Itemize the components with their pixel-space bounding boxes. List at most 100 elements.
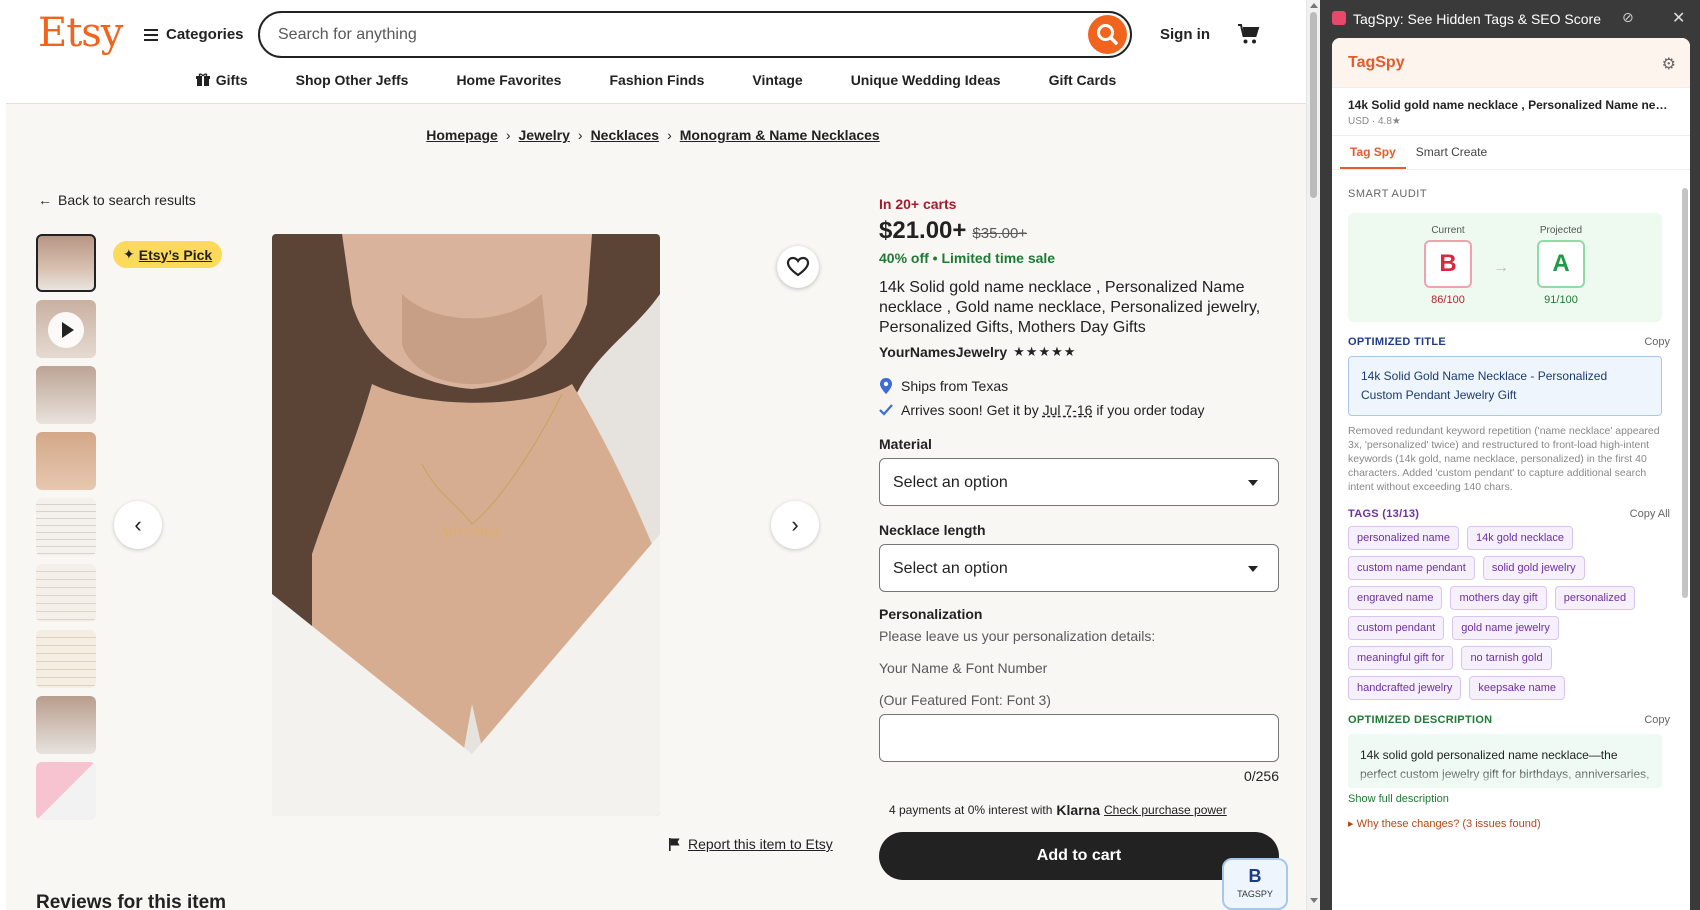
klarna-info: 4 payments at 0% interest with Klarna Ch…: [889, 802, 1279, 818]
tagspy-content: SMART AUDIT Current B 86/100 → Projected…: [1348, 188, 1670, 830]
page-scrollbar[interactable]: [1306, 0, 1320, 910]
shop-name[interactable]: YourNamesJewelry: [879, 344, 1007, 360]
chevron-left-icon: ‹: [134, 512, 142, 537]
copy-all-tags-button[interactable]: Copy All: [1630, 508, 1670, 520]
arrival-dates[interactable]: Jul 7-16: [1043, 402, 1093, 418]
personalization-textarea[interactable]: [879, 714, 1279, 762]
tag-chip[interactable]: custom pendant: [1348, 616, 1445, 640]
categories-button[interactable]: Categories: [144, 26, 244, 43]
panel-scrollbar-thumb[interactable]: [1682, 188, 1688, 598]
unpin-icon[interactable]: ⊘: [1622, 9, 1634, 26]
thumbnail[interactable]: [36, 366, 96, 424]
sale-info: 40% off • Limited time sale: [879, 250, 1056, 266]
necklace-name-text: Adrianna: [439, 525, 500, 540]
nav-item-fashion-finds[interactable]: Fashion Finds: [585, 72, 728, 88]
add-to-cart-button[interactable]: Add to cart: [879, 832, 1279, 880]
sparkle-icon: ✦: [123, 246, 135, 262]
gear-icon[interactable]: ⚙: [1662, 54, 1676, 74]
thumbnail[interactable]: [36, 432, 96, 490]
search-input[interactable]: Search for anything: [258, 11, 1132, 58]
favorite-button[interactable]: [777, 246, 819, 288]
thumbnail-list: [36, 234, 96, 828]
breadcrumb-necklaces[interactable]: Necklaces: [591, 127, 660, 143]
panel-scrollbar[interactable]: [1680, 176, 1690, 910]
tagspy-side-panel: TagSpy: See Hidden Tags & SEO Score ⊘ ✕ …: [1320, 0, 1700, 910]
current-price: $21.00+: [879, 217, 967, 244]
personalization-instructions: Please leave us your personalization det…: [879, 628, 1156, 644]
breadcrumb-jewelry[interactable]: Jewelry: [519, 127, 570, 143]
chevron-right-icon: ›: [667, 127, 672, 143]
menu-icon: [144, 28, 158, 41]
tab-smart-create[interactable]: Smart Create: [1406, 136, 1497, 169]
tag-chip[interactable]: meaningful gift for: [1348, 646, 1454, 670]
breadcrumb: Homepage › Jewelry › Necklaces › Monogram & Na…: [0, 127, 1306, 143]
nav-item-gifts[interactable]: Gifts: [172, 72, 272, 88]
sign-in-link[interactable]: Sign in: [1160, 26, 1210, 43]
cart-button[interactable]: [1237, 22, 1261, 51]
tag-chip[interactable]: personalized name: [1348, 526, 1459, 550]
copy-description-button[interactable]: Copy: [1644, 714, 1670, 726]
copy-title-button[interactable]: Copy: [1644, 336, 1670, 348]
nav-item-home-favorites[interactable]: Home Favorites: [432, 72, 585, 88]
location-pin-icon: [880, 378, 892, 394]
close-icon[interactable]: ✕: [1672, 8, 1685, 28]
previous-image-button[interactable]: ‹: [114, 501, 162, 549]
thumbnail[interactable]: [36, 762, 96, 820]
tag-chip[interactable]: engraved name: [1348, 586, 1443, 610]
nav-item-shop-other-jeffs[interactable]: Shop Other Jeffs: [272, 72, 433, 88]
chevron-right-icon: ›: [505, 127, 511, 143]
current-score: Current B 86/100: [1418, 225, 1478, 306]
category-nav: Gifts Shop Other Jeffs Home Favorites Fa…: [6, 72, 1306, 88]
thumbnail[interactable]: [36, 234, 96, 292]
scroll-down-icon[interactable]: [1310, 898, 1318, 903]
shop-row: YourNamesJewelry ★★★★★: [879, 344, 1279, 360]
show-full-description-link[interactable]: Show full description: [1348, 793, 1670, 805]
why-changes-toggle[interactable]: ▸ Why these changes? (3 issues found): [1348, 817, 1670, 830]
thumbnail-video[interactable]: [36, 300, 96, 358]
next-image-button[interactable]: ›: [771, 501, 819, 549]
tag-chip[interactable]: custom name pendant: [1348, 556, 1475, 580]
material-select-value: Select an option: [893, 474, 1008, 491]
nav-item-gift-cards[interactable]: Gift Cards: [1025, 72, 1141, 88]
tag-chip[interactable]: gold name jewelry: [1452, 616, 1559, 640]
tag-chip[interactable]: keepsake name: [1469, 676, 1566, 700]
nav-item-vintage[interactable]: Vintage: [728, 72, 826, 88]
heart-icon: [786, 256, 810, 277]
arrives-suffix: if you order today: [1096, 402, 1205, 418]
etsys-pick-label: Etsy’s Pick: [138, 246, 213, 263]
ships-from-text: Ships from Texas: [901, 378, 1009, 394]
search-button[interactable]: [1088, 15, 1127, 54]
scrollbar-thumb[interactable]: [1310, 12, 1317, 198]
breadcrumb-monogram[interactable]: Monogram & Name Necklaces: [680, 127, 880, 143]
etsy-logo[interactable]: Etsy: [38, 10, 123, 56]
breadcrumb-homepage[interactable]: Homepage: [426, 127, 498, 143]
scroll-up-icon[interactable]: [1310, 3, 1318, 8]
back-to-search-link[interactable]: ← Back to search results: [38, 192, 196, 208]
gift-icon: [195, 73, 210, 86]
thumbnail[interactable]: [36, 498, 96, 556]
klarna-link[interactable]: Check purchase power: [1104, 803, 1227, 817]
tags-section: TAGS (13/13) Copy All: [1348, 508, 1670, 520]
thumbnail[interactable]: [36, 696, 96, 754]
personalization-instructions: Your Name & Font Number: [879, 660, 1048, 676]
etsys-pick-badge[interactable]: ✦ Etsy’s Pick: [113, 241, 223, 268]
necklace-length-select[interactable]: Select an option: [879, 544, 1279, 592]
tag-chip[interactable]: no tarnish gold: [1461, 646, 1552, 670]
tag-chip[interactable]: 14k gold necklace: [1466, 526, 1574, 550]
tab-tag-spy[interactable]: Tag Spy: [1340, 136, 1406, 169]
tag-chip[interactable]: handcrafted jewelry: [1348, 676, 1462, 700]
material-select[interactable]: Select an option: [879, 458, 1279, 506]
tag-chip[interactable]: solid gold jewelry: [1482, 556, 1585, 580]
tagspy-floating-badge[interactable]: B TAGSPY: [1222, 858, 1288, 910]
tag-chip[interactable]: personalized: [1554, 586, 1636, 610]
thumbnail[interactable]: [36, 630, 96, 688]
in-carts-badge: In 20+ carts: [879, 196, 957, 212]
necklace-photo-illustration: Adrianna: [272, 234, 660, 816]
arrival-estimate: Arrives soon! Get it by Jul 7-16 if you …: [879, 402, 1279, 418]
title-explanation: Removed redundant keyword repetition ('n…: [1348, 425, 1660, 493]
product-photo[interactable]: Adrianna: [272, 234, 660, 816]
tag-chip[interactable]: mothers day gift: [1450, 586, 1547, 610]
nav-item-unique-wedding-ideas[interactable]: Unique Wedding Ideas: [827, 72, 1025, 88]
report-item-link[interactable]: Report this item to Etsy: [668, 836, 833, 852]
thumbnail[interactable]: [36, 564, 96, 622]
